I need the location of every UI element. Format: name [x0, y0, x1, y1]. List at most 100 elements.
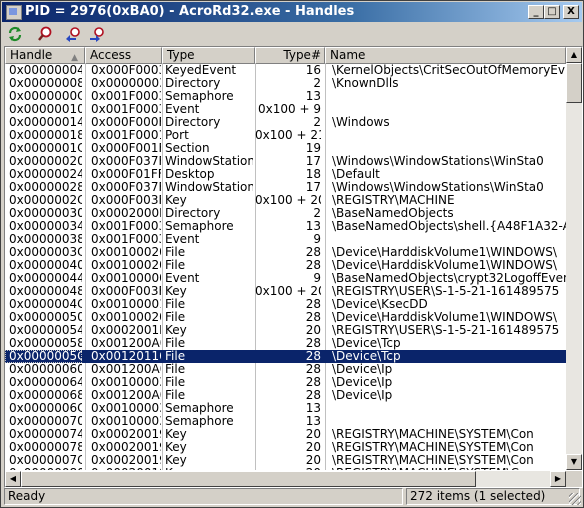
find-icon[interactable]: [36, 25, 56, 43]
table-row[interactable]: 0x00000004 0x000F0003 KeyedEvent 16 \KernelO…: [5, 64, 566, 77]
name-cell: \BaseNamedObjects: [332, 207, 454, 220]
forward-icon[interactable]: [88, 25, 108, 43]
column-header-name[interactable]: Name: [325, 47, 566, 64]
table-row[interactable]: 0x00000078 0x00020019 Key 20 \REGISTRY\MACHI…: [5, 441, 566, 454]
type-number-cell: 20: [305, 428, 321, 441]
access-cell: 0x00100001: [91, 298, 161, 311]
type-cell: File: [165, 246, 186, 259]
table-row[interactable]: 0x00000040 0x00100020 File 28 \Device\Harddi…: [5, 259, 566, 272]
horizontal-scroll-thumb[interactable]: [21, 471, 476, 487]
access-cell: 0x001200A0: [91, 389, 161, 402]
table-row[interactable]: 0x00000020 0x000F037F WindowStation 17 \Wind…: [5, 155, 566, 168]
name-cell: \REGISTRY\USER\S-1-5-21-161489575: [332, 324, 560, 337]
name-cell: \Device\Ip: [332, 376, 393, 389]
table-row[interactable]: 0x00000034 0x001F0003 Semaphore 13 \BaseName…: [5, 220, 566, 233]
access-cell: 0x001200A0: [91, 363, 161, 376]
table-row[interactable]: 0x00000030 0x0002000F Directory 2 \BaseNamed…: [5, 207, 566, 220]
table-row[interactable]: 0x00000014 0x000F000F Directory 2 \Windows: [5, 116, 566, 129]
table-row[interactable]: 0x00000050 0x00100020 File 28 \Device\Harddi…: [5, 311, 566, 324]
handles-window: PID = 2976(0xBA0) - AcroRd32.exe - Handl…: [0, 0, 584, 508]
type-number-cell: 18: [305, 168, 321, 181]
scroll-down-button[interactable]: ▼: [566, 454, 582, 470]
scrollbar-corner: [566, 471, 582, 487]
type-number-cell: 9: [313, 272, 321, 285]
column-header-type-number[interactable]: Type#: [255, 47, 325, 64]
table-row[interactable]: 0x00000010 0x001F0003 Event 0x100 + 9: [5, 103, 566, 116]
name-cell: \Device\HarddiskVolume1\WINDOWS\: [332, 246, 557, 259]
type-number-cell: 13: [305, 220, 321, 233]
maximize-button[interactable]: □: [544, 5, 560, 19]
access-cell: 0x00020019: [91, 428, 161, 441]
type-number-cell: 0x100 + 20: [255, 194, 321, 207]
table-row[interactable]: 0x00000070 0x00100003 Semaphore 13: [5, 415, 566, 428]
vertical-scrollbar[interactable]: ▲ ▼: [566, 47, 582, 470]
type-cell: File: [165, 311, 186, 324]
table-row[interactable]: 0x0000006C 0x00100003 Semaphore 13: [5, 402, 566, 415]
type-number-cell: 19: [305, 142, 321, 155]
table-row[interactable]: 0x00000054 0x0002001F Key 20 \REGISTRY\USER\…: [5, 324, 566, 337]
resize-grip[interactable]: [569, 493, 581, 505]
handle-cell: 0x00000034: [9, 220, 82, 233]
minimize-button[interactable]: _: [528, 5, 544, 19]
type-cell: WindowStation: [165, 155, 253, 168]
table-row[interactable]: 0x0000001C 0x000F001F Section 19: [5, 142, 566, 155]
name-cell: \Device\KsecDD: [332, 298, 428, 311]
column-header-type[interactable]: Type: [162, 47, 255, 64]
table-row[interactable]: 0x00000044 0x00100000 Event 9 \BaseNamedObje…: [5, 272, 566, 285]
refresh-icon[interactable]: [6, 25, 26, 43]
table-row[interactable]: 0x00000058 0x001200A0 File 28 \Device\Tcp: [5, 337, 566, 350]
name-cell: \Windows: [332, 116, 390, 129]
type-cell: Key: [165, 428, 187, 441]
title-bar[interactable]: PID = 2976(0xBA0) - AcroRd32.exe - Handl…: [2, 2, 582, 22]
handles-list[interactable]: Handle ▲ Access Type Type# Name 0x000000…: [4, 46, 583, 488]
close-button[interactable]: X: [563, 5, 579, 19]
table-row[interactable]: 0x00000080 0x00020019Key20 \REGISTRY\MACHI…: [5, 467, 566, 470]
name-cell: \Device\Ip: [332, 363, 393, 376]
type-cell: Desktop: [165, 168, 215, 181]
table-row[interactable]: 0x0000004C 0x00100001 File 28 \Device\KsecDD: [5, 298, 566, 311]
horizontal-scrollbar[interactable]: ◀ ▶: [5, 471, 566, 487]
table-row[interactable]: 0x0000003C 0x00100020 File 28 \Device\Harddi…: [5, 246, 566, 259]
scroll-left-button[interactable]: ◀: [5, 471, 21, 487]
app-icon[interactable]: [6, 5, 22, 20]
back-icon[interactable]: [64, 25, 84, 43]
table-row[interactable]: 0x00000028 0x000F037F WindowStation 17 \Wind…: [5, 181, 566, 194]
status-text: Ready: [4, 488, 403, 505]
table-row[interactable]: 0x00000048 0x000F003F Key 0x100 + 20 \REGIST…: [5, 285, 566, 298]
column-header-handle[interactable]: Handle ▲: [5, 47, 85, 64]
access-cell: 0x00100003: [91, 376, 161, 389]
handle-cell: 0x00000070: [9, 415, 82, 428]
table-row[interactable]: 0x0000007C 0x00020019 Key 20 \REGISTRY\MACHI…: [5, 454, 566, 467]
table-row[interactable]: 0x00000024 0x000F01FF Desktop 18 \Default: [5, 168, 566, 181]
table-row[interactable]: 0x00000018 0x001F0001 Port 0x100 + 21: [5, 129, 566, 142]
table-row[interactable]: 0x0000000C 0x001F0003 Semaphore 13: [5, 90, 566, 103]
name-cell: \REGISTRY\MACHINE\SYSTEM\Con: [330, 467, 566, 470]
table-row[interactable]: 0x00000008 0x00000003 Directory 2 \KnownDlls: [5, 77, 566, 90]
column-header-access[interactable]: Access: [85, 47, 162, 64]
handle-cell: 0x0000006C: [9, 402, 82, 415]
type-number-cell: 16: [305, 64, 321, 77]
table-row[interactable]: 0x00000068 0x001200A0 File 28 \Device\Ip: [5, 389, 566, 402]
handle-cell: 0x0000004C: [9, 298, 82, 311]
handle-cell: 0x00000020: [9, 155, 82, 168]
type-number-cell: 20: [305, 454, 321, 467]
handle-cell: 0x0000005C: [5, 350, 82, 363]
name-cell: \Default: [332, 168, 380, 181]
scroll-up-button[interactable]: ▲: [566, 47, 582, 63]
type-number-cell: 17: [305, 155, 321, 168]
type-cell: Event: [165, 272, 200, 285]
table-row[interactable]: 0x00000074 0x00020019 Key 20 \REGISTRY\MACHI…: [5, 428, 566, 441]
name-cell: \BaseNamedObjects\shell.{A48F1A32-A: [332, 220, 566, 233]
status-item-count: 272 items (1 selected): [406, 488, 580, 505]
table-row[interactable]: 0x0000005C 0x00120116 File 28 \Device\Tcp: [5, 350, 566, 363]
table-row[interactable]: 0x00000064 0x00100003 File 28 \Device\Ip: [5, 376, 566, 389]
table-row[interactable]: 0x00000038 0x001F0003 Event 9: [5, 233, 566, 246]
type-cell: Key: [165, 454, 187, 467]
table-row[interactable]: 0x0000002C 0x000F003F Key 0x100 + 20 \REGIST…: [5, 194, 566, 207]
vertical-scroll-thumb[interactable]: [566, 63, 582, 103]
list-rows: 0x00000004 0x000F0003 KeyedEvent 16 \KernelO…: [5, 64, 566, 470]
table-row[interactable]: 0x00000060 0x001200A0 File 28 \Device\Ip: [5, 363, 566, 376]
type-number-cell: 2: [313, 77, 321, 90]
scroll-right-button[interactable]: ▶: [550, 471, 566, 487]
access-cell: 0x000F037F: [91, 181, 161, 194]
